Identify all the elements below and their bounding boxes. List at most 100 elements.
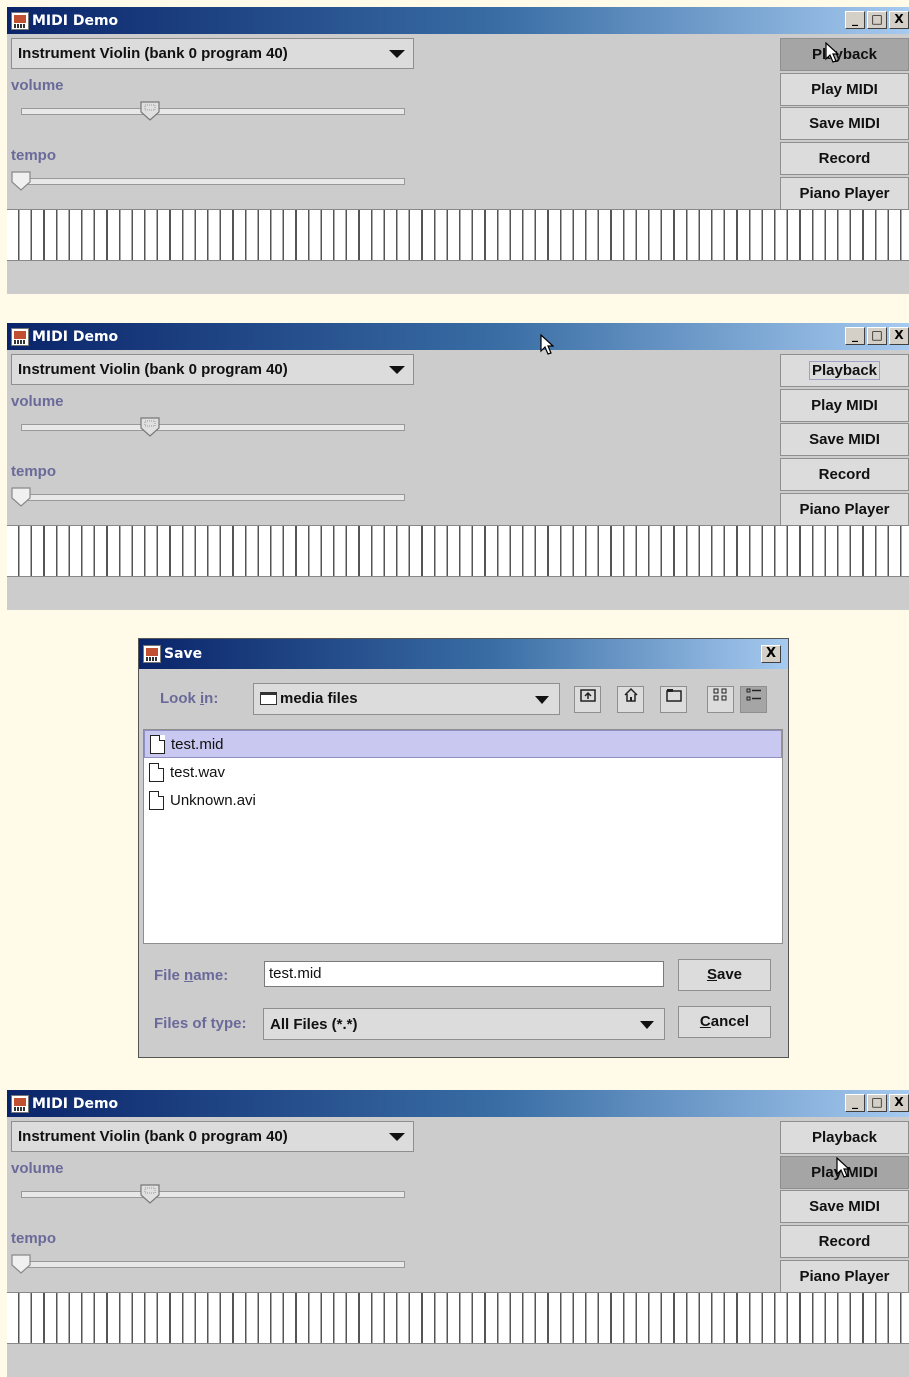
action-buttons: Playback Play MIDI Save MIDI Record Pian… <box>780 38 909 211</box>
save-midi-button[interactable]: Save MIDI <box>780 107 909 141</box>
volume-label: volume <box>11 393 64 410</box>
instrument-value: Instrument Violin (bank 0 program 40) <box>18 361 288 378</box>
file-name-field[interactable]: test.mid <box>264 961 664 987</box>
look-in-value: media files <box>280 690 358 707</box>
tempo-slider-thumb[interactable] <box>11 487 31 507</box>
piano-player-button[interactable]: Piano Player <box>780 492 909 526</box>
tempo-slider-thumb[interactable] <box>11 171 31 191</box>
midi-window-2: MIDI Demo _ □ X Instrument Violin (bank … <box>7 323 909 610</box>
chevron-down-icon <box>389 1133 405 1141</box>
piano-keyboard[interactable] <box>7 1292 909 1344</box>
java-app-icon <box>143 645 161 663</box>
piano-player-button[interactable]: Piano Player <box>780 1259 909 1293</box>
file-icon <box>149 762 164 782</box>
volume-slider[interactable] <box>21 424 405 431</box>
piano-player-button[interactable]: Piano Player <box>780 176 909 210</box>
play-midi-button[interactable]: Play MIDI <box>780 388 909 422</box>
instrument-select[interactable]: Instrument Violin (bank 0 program 40) <box>11 354 414 385</box>
play-midi-button[interactable]: Play MIDI <box>780 72 909 106</box>
playback-button[interactable]: Playback <box>780 38 909 71</box>
dialog-title-bar[interactable]: Save X <box>139 639 788 669</box>
playback-button[interactable]: Playback <box>780 1121 909 1154</box>
title-bar[interactable]: MIDI Demo _ □ X <box>7 323 909 350</box>
minimize-button[interactable]: _ <box>845 1094 865 1112</box>
up-folder-icon <box>579 689 596 702</box>
chevron-down-icon <box>389 50 405 58</box>
java-app-icon <box>11 1094 29 1113</box>
file-icon <box>149 790 164 810</box>
chevron-down-icon <box>535 696 549 704</box>
home-button[interactable] <box>617 686 644 713</box>
volume-slider[interactable] <box>21 1191 405 1198</box>
folder-icon <box>260 692 277 705</box>
save-midi-button[interactable]: Save MIDI <box>780 423 909 457</box>
file-list[interactable]: test.mid test.wav Unknown.avi <box>143 729 783 944</box>
list-view-icon <box>713 688 726 701</box>
volume-label: volume <box>11 1160 64 1177</box>
save-button[interactable]: Save <box>678 959 771 991</box>
details-view-button[interactable] <box>740 686 767 713</box>
java-app-icon <box>11 11 29 30</box>
file-item[interactable]: test.mid <box>144 730 782 758</box>
record-button[interactable]: Record <box>780 1225 909 1259</box>
volume-slider[interactable] <box>21 108 405 115</box>
maximize-button[interactable]: □ <box>867 327 887 345</box>
cancel-button[interactable]: Cancel <box>678 1006 771 1038</box>
close-button[interactable]: X <box>761 645 781 663</box>
piano-keyboard[interactable] <box>7 525 909 577</box>
file-icon <box>150 734 165 754</box>
new-folder-button[interactable] <box>660 686 687 713</box>
up-folder-button[interactable] <box>574 686 601 713</box>
file-item[interactable]: test.wav <box>144 758 782 786</box>
action-buttons: Playback Play MIDI Save MIDI Record Pian… <box>780 1121 909 1294</box>
window-title: MIDI Demo <box>32 328 119 345</box>
home-icon <box>623 687 638 702</box>
close-button[interactable]: X <box>889 11 909 29</box>
tempo-slider[interactable] <box>21 178 405 185</box>
minimize-button[interactable]: _ <box>845 327 865 345</box>
tempo-label: tempo <box>11 147 56 164</box>
maximize-button[interactable]: □ <box>867 11 887 29</box>
title-bar[interactable]: MIDI Demo _ □ X <box>7 7 909 34</box>
save-midi-button[interactable]: Save MIDI <box>780 1190 909 1224</box>
file-item[interactable]: Unknown.avi <box>144 786 782 814</box>
tempo-label: tempo <box>11 1230 56 1247</box>
close-button[interactable]: X <box>889 1094 909 1112</box>
window-title: MIDI Demo <box>32 1095 119 1112</box>
look-in-label: Look in: <box>160 690 219 707</box>
files-of-type-label: Files of type: <box>154 1015 247 1032</box>
volume-slider-thumb[interactable] <box>140 417 160 437</box>
details-view-icon <box>746 688 761 701</box>
minimize-button[interactable]: _ <box>845 11 865 29</box>
record-button[interactable]: Record <box>780 142 909 176</box>
file-name-label: File name: <box>154 967 229 984</box>
record-button[interactable]: Record <box>780 458 909 492</box>
title-bar[interactable]: MIDI Demo _ □ X <box>7 1090 909 1117</box>
close-button[interactable]: X <box>889 327 909 345</box>
status-area <box>7 261 909 294</box>
list-view-button[interactable] <box>707 686 734 713</box>
midi-window-3: MIDI Demo _ □ X Instrument Violin (bank … <box>7 1090 909 1377</box>
midi-window-1: MIDI Demo _ □ X Instrument Violin (bank … <box>7 7 909 294</box>
volume-slider-thumb[interactable] <box>140 101 160 121</box>
play-midi-button[interactable]: Play MIDI <box>780 1155 909 1189</box>
action-buttons: Playback Play MIDI Save MIDI Record Pian… <box>780 354 909 527</box>
instrument-value: Instrument Violin (bank 0 program 40) <box>18 45 288 62</box>
playback-button[interactable]: Playback <box>780 354 909 387</box>
look-in-select[interactable]: media files <box>253 683 560 715</box>
files-of-type-value: All Files (*.*) <box>270 1016 358 1033</box>
volume-slider-thumb[interactable] <box>140 1184 160 1204</box>
instrument-select[interactable]: Instrument Violin (bank 0 program 40) <box>11 38 414 69</box>
tempo-label: tempo <box>11 463 56 480</box>
files-of-type-select[interactable]: All Files (*.*) <box>263 1008 665 1040</box>
tempo-slider[interactable] <box>21 494 405 501</box>
piano-keyboard[interactable] <box>7 209 909 261</box>
window-title: MIDI Demo <box>32 12 119 29</box>
tempo-slider-thumb[interactable] <box>11 1254 31 1274</box>
tempo-slider[interactable] <box>21 1261 405 1268</box>
status-area <box>7 1344 909 1377</box>
volume-label: volume <box>11 77 64 94</box>
maximize-button[interactable]: □ <box>867 1094 887 1112</box>
new-folder-icon <box>665 689 682 702</box>
instrument-select[interactable]: Instrument Violin (bank 0 program 40) <box>11 1121 414 1152</box>
